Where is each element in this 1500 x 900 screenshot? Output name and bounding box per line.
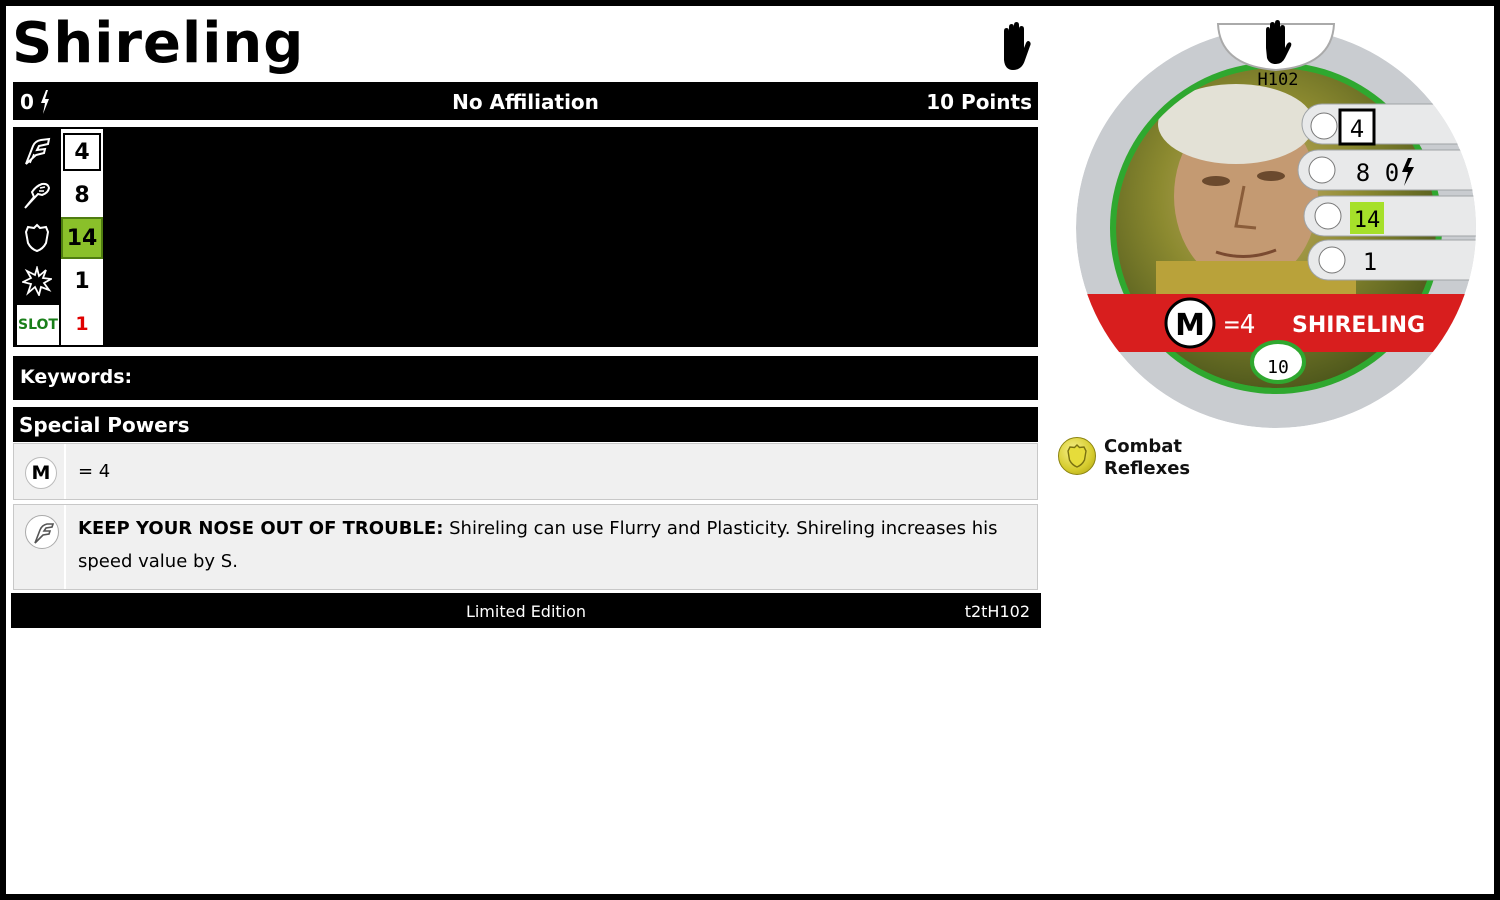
dial-character-name: SHIRELING bbox=[1292, 313, 1425, 338]
card-frame: Shireling 0 No Affiliation 10 Points SLO… bbox=[6, 6, 1494, 894]
damage-value: 1 bbox=[74, 268, 90, 294]
affiliation: No Affiliation bbox=[452, 90, 599, 114]
dial-attack: 8 bbox=[1356, 159, 1370, 187]
footer-bar: Limited Edition t2tH102 bbox=[11, 593, 1041, 628]
character-name: Shireling bbox=[12, 11, 305, 76]
speed-boot-icon bbox=[1310, 112, 1338, 140]
special-powers-header: Special Powers bbox=[13, 407, 1038, 442]
attack-value: 8 bbox=[74, 182, 90, 208]
power-text: KEEP YOUR NOSE OUT OF TROUBLE: Shireling… bbox=[78, 512, 1027, 578]
slot-label: SLOT bbox=[17, 305, 59, 345]
header-bar: 0 No Affiliation 10 Points bbox=[13, 82, 1038, 120]
ability-name: Combat Reflexes bbox=[1104, 436, 1191, 479]
special-powers-title: Special Powers bbox=[19, 413, 190, 437]
attack-fist-icon bbox=[1308, 156, 1336, 184]
damage-starburst-icon bbox=[1318, 246, 1346, 274]
keywords-bar: Keywords: bbox=[13, 356, 1038, 400]
svg-text:M: M bbox=[1175, 308, 1205, 343]
edition-label: Limited Edition bbox=[465, 602, 587, 621]
stat-block: SLOT 4 8 14 1 1 bbox=[13, 127, 1038, 347]
special-power-row: KEEP YOUR NOSE OUT OF TROUBLE: Shireling… bbox=[13, 504, 1038, 590]
defense-shield-icon bbox=[1314, 202, 1342, 230]
speed-boot-icon bbox=[25, 515, 59, 549]
special-power-row: M = 4 bbox=[13, 443, 1038, 500]
speed-boot-icon bbox=[15, 131, 59, 173]
card-code: t2tH102 bbox=[964, 602, 1030, 621]
power-icon-gutter: M bbox=[14, 444, 66, 499]
dial-m-value: =4 bbox=[1224, 310, 1255, 340]
defense-value: 14 bbox=[61, 217, 103, 259]
dial-defense: 14 bbox=[1354, 208, 1381, 233]
defense-shield-icon bbox=[15, 217, 59, 259]
attack-fist-icon bbox=[15, 174, 59, 216]
dial-set-code: H102 bbox=[1258, 70, 1299, 90]
hand-icon bbox=[1004, 22, 1031, 70]
slot-value: 1 bbox=[75, 313, 89, 335]
combat-dial: 4 8 0 14 1 M =4 SHIRELING 10 H102 bbox=[1076, 20, 1476, 428]
power-icon-gutter bbox=[14, 505, 66, 589]
stat-icon-column: SLOT bbox=[15, 129, 59, 345]
keywords-label: Keywords: bbox=[20, 366, 133, 388]
dial-cost: 0 bbox=[1385, 159, 1399, 187]
m-badge-icon: M bbox=[25, 457, 57, 489]
power-text: = 4 bbox=[78, 461, 111, 482]
ability-entry: Combat Reflexes bbox=[1058, 436, 1214, 480]
dial-damage: 1 bbox=[1363, 248, 1377, 276]
power-title: KEEP YOUR NOSE OUT OF TROUBLE: bbox=[78, 518, 444, 539]
dial-speed: 4 bbox=[1350, 115, 1364, 143]
points-value: 10 Points bbox=[926, 90, 1032, 114]
dial-points: 10 bbox=[1267, 357, 1289, 378]
shield-badge-icon bbox=[1058, 437, 1096, 475]
damage-starburst-icon bbox=[15, 260, 59, 302]
speed-value: 4 bbox=[63, 133, 101, 171]
stat-value-column: 4 8 14 1 1 bbox=[61, 129, 103, 345]
